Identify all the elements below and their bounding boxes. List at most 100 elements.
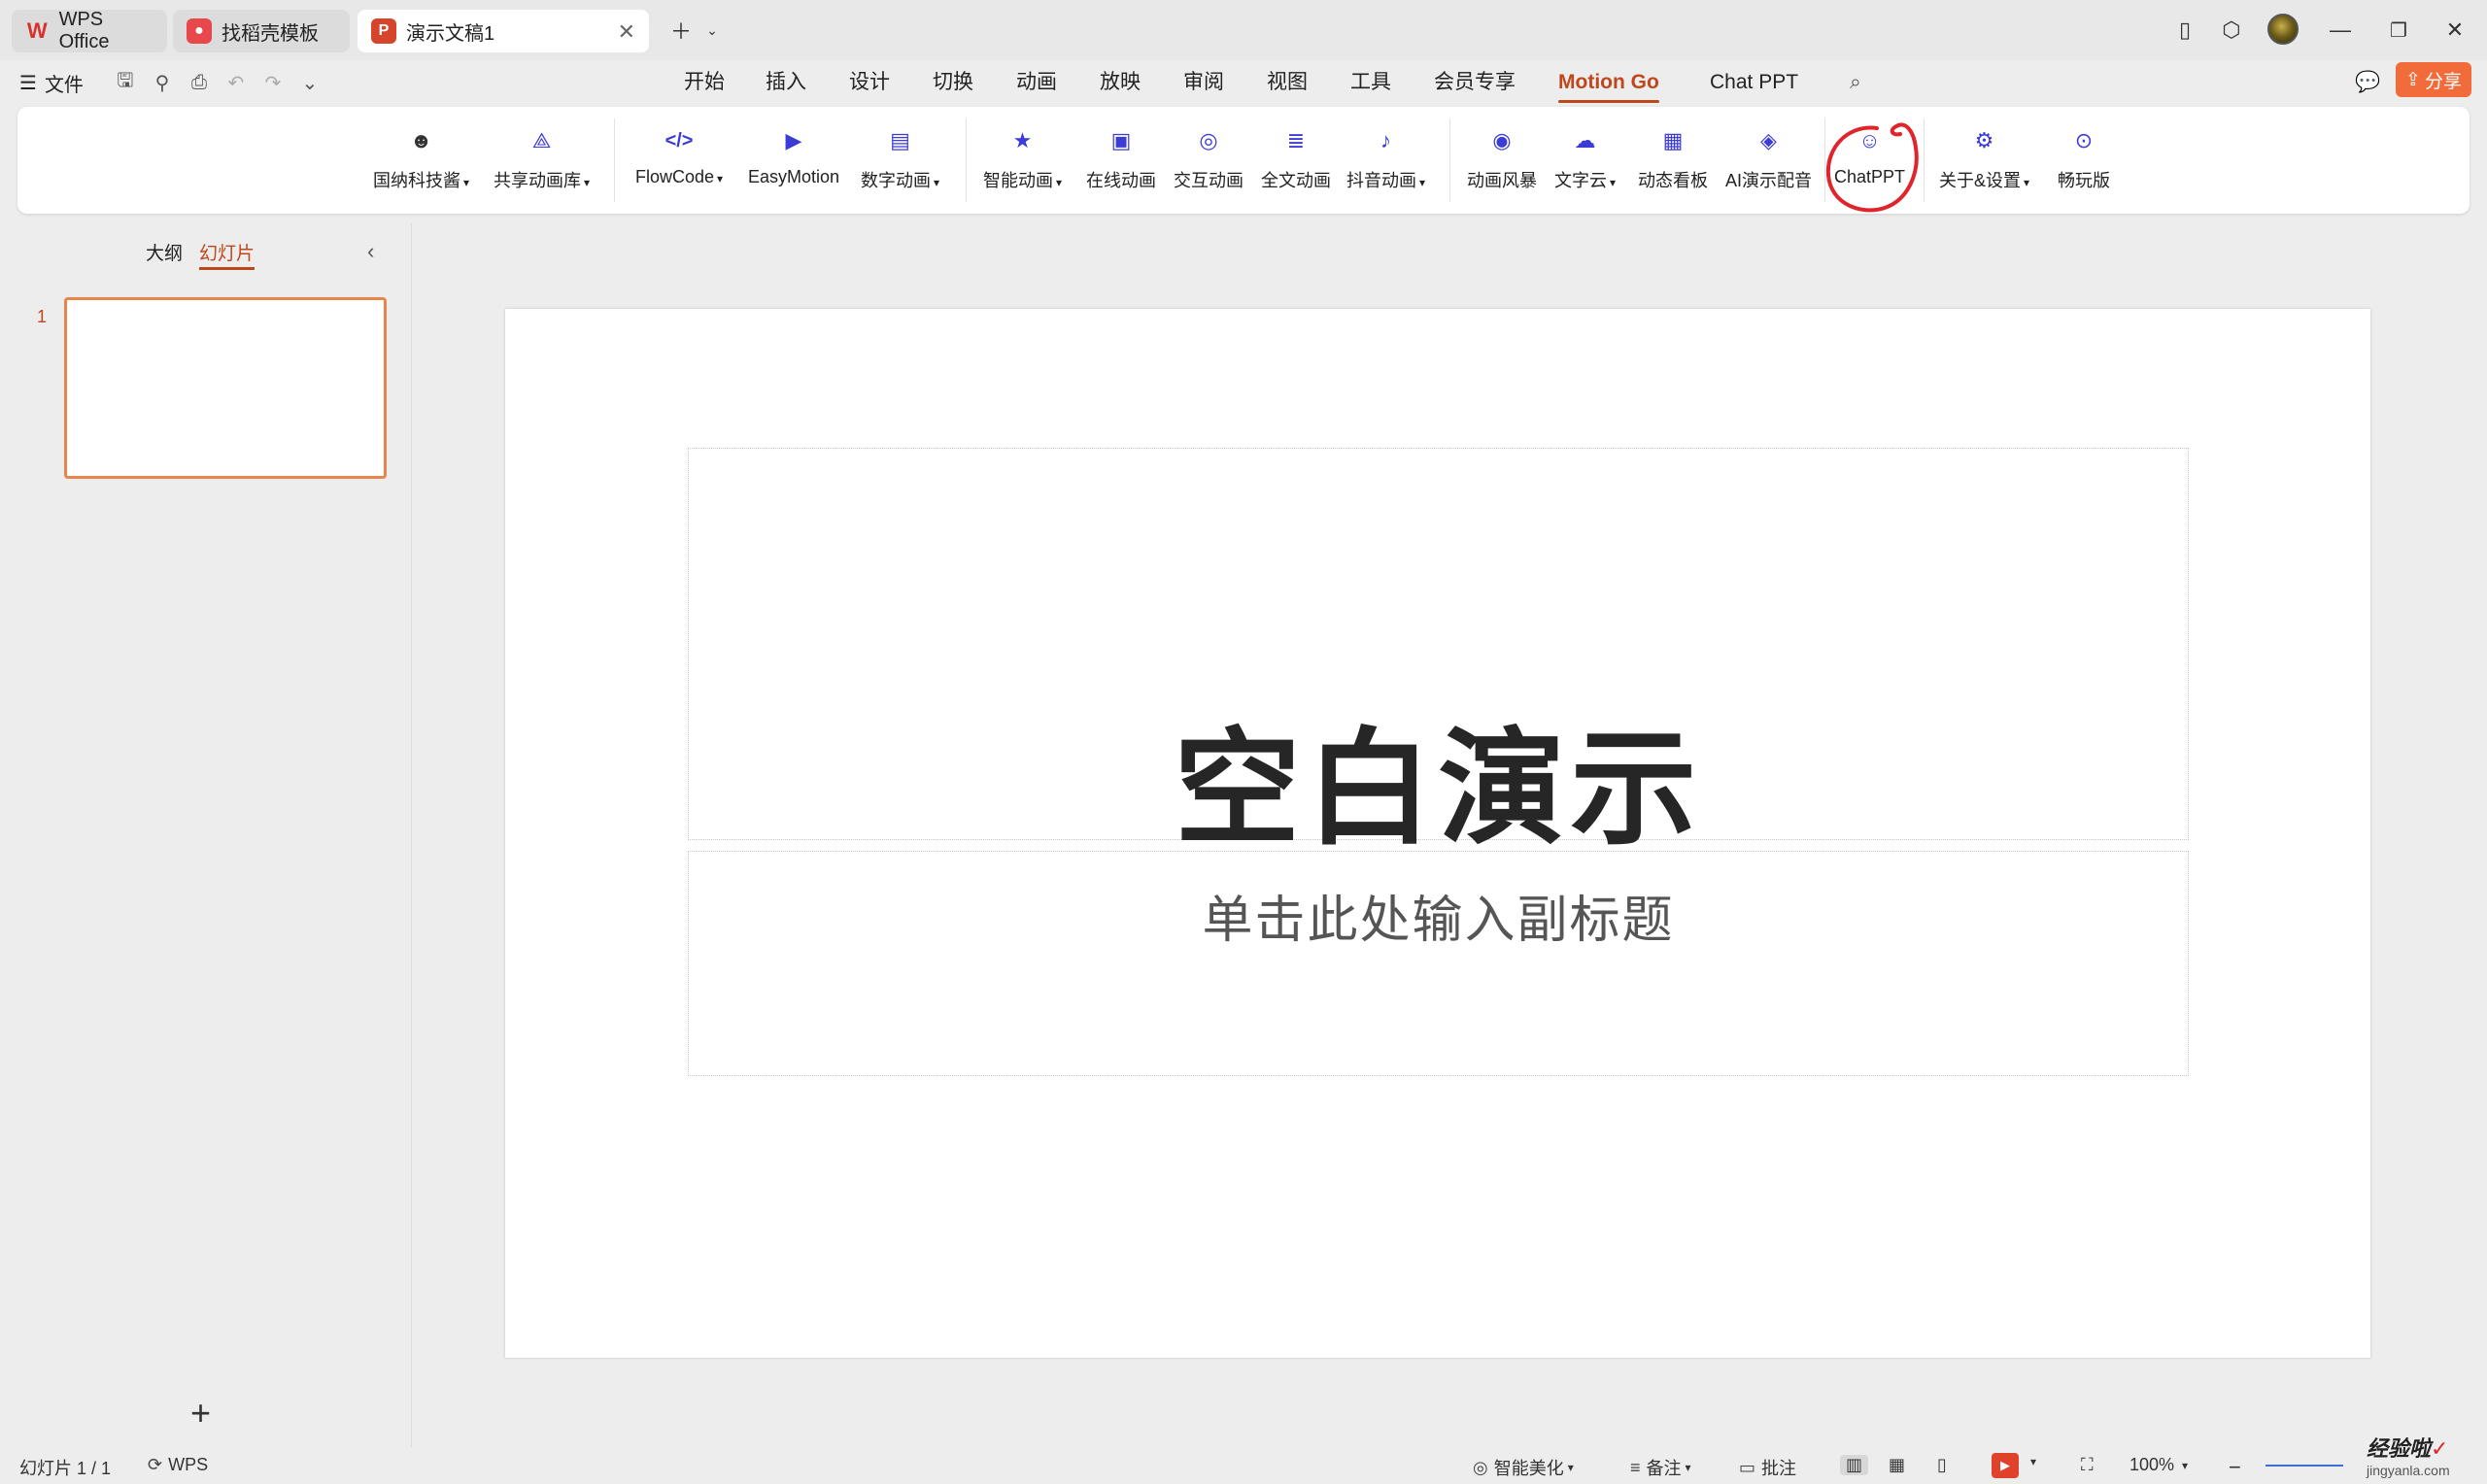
ribbon-smart-animation[interactable]: ★ 智能动画 ▾ — [983, 124, 1062, 192]
collapse-panel-icon[interactable]: ‹ — [367, 239, 374, 264]
menu-slideshow[interactable]: 放映 — [1100, 68, 1141, 97]
ribbon-word-cloud[interactable]: ☁ 文字云 ▾ — [1554, 124, 1616, 192]
dropdown-icon: ▾ — [2182, 1458, 2189, 1472]
divider — [966, 118, 967, 202]
ribbon-fulltext-animation[interactable]: ≣ 全文动画 — [1261, 124, 1331, 192]
text-animation-icon: ≣ — [1286, 128, 1306, 152]
tab-outline[interactable]: 大纲 — [146, 239, 183, 265]
ribbon-label: FlowCode — [635, 167, 715, 186]
ribbon-shared-library[interactable]: ⟁ 共享动画库 ▾ — [494, 124, 590, 192]
tab-label: WPS Office — [58, 9, 110, 52]
slide-canvas[interactable]: 空白演示 单击此处输入副标题 — [505, 309, 2370, 1358]
ribbon-label: 动态看板 — [1638, 171, 1708, 190]
zoom-level[interactable]: 100% ▾ — [2129, 1455, 2188, 1475]
menu-start[interactable]: 开始 — [684, 68, 725, 97]
wps-cloud-status[interactable]: ⟳ WPS — [148, 1455, 208, 1475]
ribbon-ai-voice[interactable]: ◈ AI演示配音 — [1725, 124, 1812, 192]
beautify-icon: ◎ — [1473, 1457, 1488, 1477]
menu-member[interactable]: 会员专享 — [1434, 68, 1516, 97]
brain-icon: ◉ — [1492, 128, 1512, 152]
zoom-out-icon[interactable]: − — [2229, 1455, 2241, 1480]
close-icon[interactable]: ✕ — [618, 19, 635, 45]
layout-icon[interactable]: ▯ — [2168, 14, 2201, 47]
dropdown-icon: ▾ — [1567, 1461, 1574, 1474]
voice-icon: ◈ — [1760, 128, 1777, 152]
undo-icon[interactable]: ↶ — [221, 68, 251, 97]
tab-label: 演示文稿1 — [406, 22, 495, 45]
play-dropdown-icon[interactable]: ▾ — [2030, 1455, 2036, 1468]
menu-animation[interactable]: 动画 — [1016, 68, 1057, 97]
fit-window-icon[interactable]: ⛶ — [2081, 1455, 2094, 1475]
share-button[interactable]: ⇪ 分享 — [2396, 62, 2471, 97]
tab-wps-office[interactable]: W WPS Office — [12, 9, 167, 52]
tab-presentation[interactable]: P 演示文稿1 ✕ — [358, 10, 649, 52]
slide-thumbnail[interactable] — [64, 297, 387, 479]
file-menu[interactable]: 文件 — [45, 69, 84, 97]
tab-slides[interactable]: 幻灯片 — [199, 239, 256, 270]
menu-review[interactable]: 审阅 — [1183, 68, 1224, 97]
ribbon-online-animation[interactable]: ▣ 在线动画 — [1086, 124, 1156, 192]
ribbon-digital-animation[interactable]: ▤ 数字动画 ▾ — [861, 124, 939, 192]
ribbon-guona[interactable]: ☻ 国纳科技酱 ▾ — [373, 124, 469, 192]
window-close-icon[interactable]: ✕ — [2438, 14, 2471, 47]
print-preview-icon[interactable]: ⎙ — [185, 68, 214, 97]
add-slide-icon[interactable]: + — [190, 1393, 211, 1433]
menu-motion-go[interactable]: Motion Go — [1558, 68, 1659, 103]
tab-template[interactable]: ● 找稻壳模板 — [173, 10, 350, 52]
ribbon-interactive-animation[interactable]: ◎ 交互动画 — [1174, 124, 1244, 192]
menu-view[interactable]: 视图 — [1267, 68, 1308, 97]
cube-icon[interactable]: ⬡ — [2215, 14, 2248, 47]
menu-chat-ppt[interactable]: Chat PPT — [1710, 68, 1798, 97]
zoom-slider[interactable] — [2266, 1465, 2343, 1467]
ribbon-label: 智能动画 — [983, 171, 1053, 190]
dashboard-icon: ▦ — [1662, 128, 1684, 152]
ribbon-play-version[interactable]: ⊙ 畅玩版 — [2058, 124, 2110, 192]
ribbon-about-settings[interactable]: ⚙ 关于&设置 ▾ — [1939, 124, 2029, 192]
ribbon-flowcode[interactable]: </> FlowCode ▾ — [635, 124, 723, 187]
beautify-label: 智能美化 — [1493, 1459, 1564, 1478]
restore-icon[interactable]: ❐ — [2382, 14, 2415, 47]
redo-icon[interactable]: ↷ — [258, 68, 288, 97]
chevron-down-icon[interactable]: ⌄ — [696, 14, 729, 47]
docer-icon: ● — [187, 18, 212, 44]
chat-bubble-icon[interactable]: 💬 — [2355, 68, 2380, 97]
minimize-icon[interactable]: — — [2324, 14, 2357, 47]
share-link-icon[interactable]: ⚲ — [148, 68, 177, 97]
avatar[interactable] — [2267, 14, 2299, 45]
ribbon-dashboard[interactable]: ▦ 动态看板 — [1638, 124, 1708, 192]
ribbon-easymotion[interactable]: ▶ EasyMotion — [748, 124, 839, 187]
notes-button[interactable]: ≡ 备注 ▾ — [1630, 1455, 1691, 1480]
menu-design[interactable]: 设计 — [849, 68, 890, 97]
play-slideshow-button[interactable]: ▶ — [1992, 1453, 2019, 1478]
normal-view-icon[interactable]: ▥ — [1840, 1455, 1869, 1475]
menu-insert[interactable]: 插入 — [766, 68, 806, 97]
beautify-button[interactable]: ◎ 智能美化 ▾ — [1473, 1455, 1574, 1480]
presentation-icon: P — [371, 18, 396, 44]
grid-view-icon[interactable]: ▦ — [1889, 1455, 1905, 1475]
new-tab-icon[interactable]: ＋ — [664, 14, 698, 47]
menu-transition[interactable]: 切换 — [933, 68, 973, 97]
comments-button[interactable]: ▭ 批注 — [1739, 1455, 1796, 1480]
ribbon-animation-storm[interactable]: ◉ 动画风暴 — [1467, 124, 1537, 192]
slide-subtitle: 单击此处输入副标题 — [1202, 893, 1675, 949]
video-icon: ▶ — [785, 128, 802, 152]
chevron-down-icon[interactable]: ⌄ — [295, 68, 324, 97]
search-icon[interactable]: ⌕ — [1850, 68, 1861, 97]
dropdown-icon: ▾ — [1610, 176, 1617, 189]
watermark-url: jingyanla.com — [2367, 1463, 2450, 1478]
dropdown-icon: ▾ — [584, 176, 591, 189]
wps-label: WPS — [168, 1455, 209, 1474]
slide-title: 空白演示 — [1174, 718, 1703, 860]
ribbon-label: 国纳科技酱 — [373, 171, 460, 190]
menu-tools[interactable]: 工具 — [1350, 68, 1391, 97]
save-icon[interactable]: 🖫 — [111, 68, 140, 97]
hamburger-icon[interactable]: ☰ — [19, 71, 37, 95]
subtitle-placeholder[interactable]: 单击此处输入副标题 — [688, 851, 2189, 1076]
ribbon-label: 文字云 — [1554, 171, 1607, 190]
ribbon-douyin-animation[interactable]: ♪ 抖音动画 ▾ — [1346, 124, 1425, 192]
watermark: 经验啦✓ jingyanla.com — [2367, 1432, 2450, 1478]
reading-view-icon[interactable]: ▯ — [1937, 1455, 1947, 1475]
ribbon-label: 畅玩版 — [2058, 171, 2110, 190]
interactive-icon: ◎ — [1199, 128, 1218, 152]
title-placeholder[interactable]: 空白演示 — [688, 448, 2189, 860]
